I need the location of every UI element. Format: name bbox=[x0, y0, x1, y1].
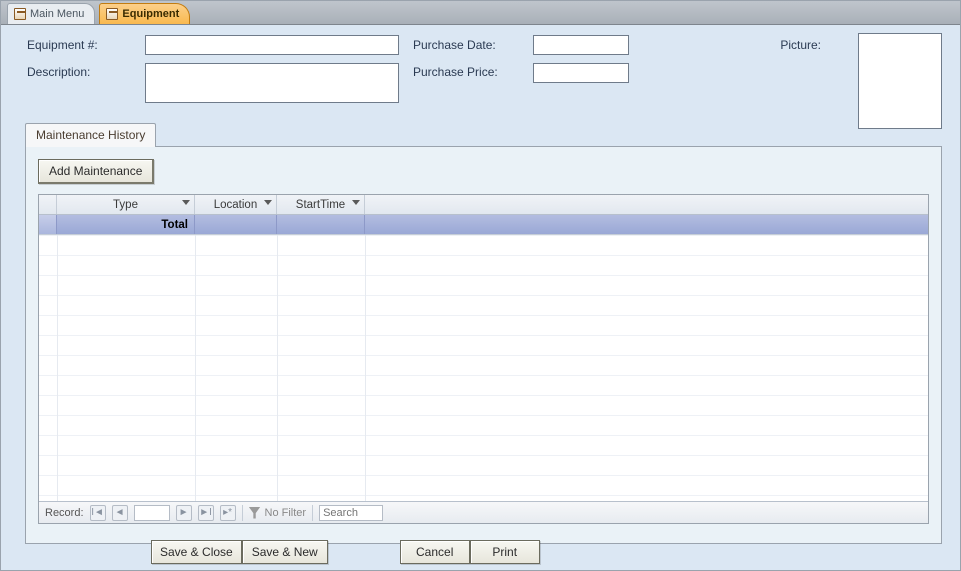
column-location[interactable]: Location bbox=[195, 195, 277, 214]
row-selector-header[interactable] bbox=[39, 195, 57, 214]
total-cell-spacer bbox=[365, 215, 928, 234]
filter-icon bbox=[249, 507, 261, 519]
row-selector[interactable] bbox=[39, 215, 57, 234]
chevron-down-icon bbox=[182, 200, 190, 205]
column-starttime[interactable]: StartTime bbox=[277, 195, 365, 214]
tab-equipment[interactable]: Equipment bbox=[99, 3, 190, 24]
column-label: StartTime bbox=[296, 199, 345, 211]
description-input[interactable] bbox=[145, 63, 399, 103]
tab-label: Equipment bbox=[122, 8, 179, 20]
purchase-price-input[interactable] bbox=[533, 63, 629, 83]
column-type[interactable]: Type bbox=[57, 195, 195, 214]
form-surface: Equipment #: Purchase Date: Picture: Des… bbox=[1, 25, 960, 570]
description-label: Description: bbox=[27, 63, 145, 79]
purchase-date-label: Purchase Date: bbox=[413, 38, 533, 52]
save-new-button[interactable]: Save & New bbox=[242, 540, 328, 564]
nav-last-button[interactable]: ►I bbox=[198, 505, 214, 521]
maintenance-datasheet: Type Location StartTime Total bbox=[38, 194, 929, 524]
nav-first-button[interactable]: I◄ bbox=[90, 505, 106, 521]
column-label: Type bbox=[113, 199, 138, 211]
add-maintenance-button[interactable]: Add Maintenance bbox=[38, 159, 154, 184]
document-tab-bar: Main Menu Equipment bbox=[1, 1, 960, 25]
separator bbox=[312, 505, 313, 521]
spacer bbox=[328, 540, 400, 564]
total-cell-starttime bbox=[277, 215, 365, 234]
separator bbox=[242, 505, 243, 521]
equipment-number-label: Equipment #: bbox=[27, 38, 145, 52]
record-navigator: Record: I◄ ◄ ► ►I ▸* No Filter bbox=[39, 501, 928, 523]
app-window: Main Menu Equipment Equipment #: Purchas… bbox=[0, 0, 961, 571]
picture-label: Picture: bbox=[759, 38, 821, 52]
tab-main-menu[interactable]: Main Menu bbox=[7, 3, 95, 24]
search-input[interactable] bbox=[319, 505, 383, 521]
nav-prev-button[interactable]: ◄ bbox=[112, 505, 128, 521]
column-spacer bbox=[365, 195, 928, 214]
inner-tab-strip: Maintenance History bbox=[25, 123, 942, 147]
nav-next-button[interactable]: ► bbox=[176, 505, 192, 521]
datasheet-total-row: Total bbox=[39, 215, 928, 235]
filter-indicator[interactable]: No Filter bbox=[249, 507, 307, 519]
record-label: Record: bbox=[45, 507, 84, 519]
purchase-price-label: Purchase Price: bbox=[413, 63, 533, 79]
tab-maintenance-history[interactable]: Maintenance History bbox=[25, 123, 156, 147]
form-icon bbox=[106, 8, 118, 20]
purchase-date-input[interactable] bbox=[533, 35, 629, 55]
datasheet-body[interactable] bbox=[39, 235, 928, 501]
record-number-box[interactable] bbox=[134, 505, 170, 521]
picture-box[interactable] bbox=[858, 33, 942, 129]
inner-tab-host: Maintenance History Add Maintenance Type… bbox=[25, 123, 942, 544]
filter-text: No Filter bbox=[265, 507, 307, 519]
chevron-down-icon bbox=[264, 200, 272, 205]
nav-new-button[interactable]: ▸* bbox=[220, 505, 236, 521]
form-icon bbox=[14, 8, 26, 20]
save-close-button[interactable]: Save & Close bbox=[151, 540, 242, 564]
cancel-button[interactable]: Cancel bbox=[400, 540, 470, 564]
datasheet-header: Type Location StartTime bbox=[39, 195, 928, 215]
print-button[interactable]: Print bbox=[470, 540, 540, 564]
total-cell-type: Total bbox=[57, 215, 195, 234]
inner-tab-panel: Add Maintenance Type Location StartTime … bbox=[25, 146, 942, 544]
total-cell-location bbox=[195, 215, 277, 234]
tab-label: Main Menu bbox=[30, 8, 84, 20]
equipment-number-input[interactable] bbox=[145, 35, 399, 55]
form-footer-buttons: Save & Close Save & New Cancel Print bbox=[151, 540, 540, 564]
header-fields: Equipment #: Purchase Date: Picture: Des… bbox=[1, 25, 960, 109]
chevron-down-icon bbox=[352, 200, 360, 205]
column-label: Location bbox=[214, 199, 257, 211]
